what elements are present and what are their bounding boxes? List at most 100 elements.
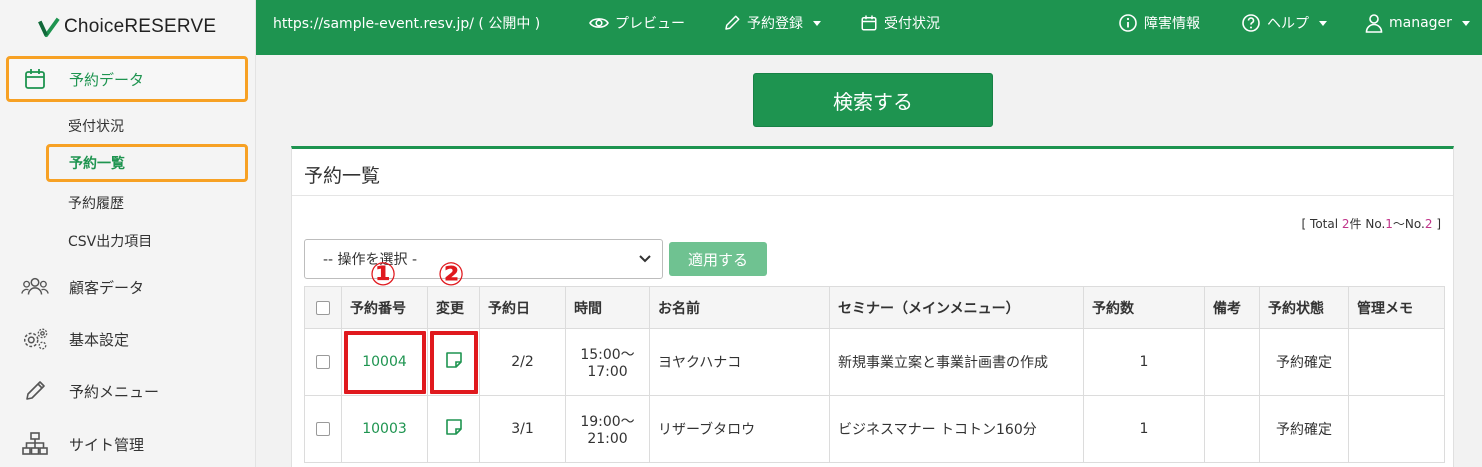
header-name[interactable]: お名前	[649, 286, 830, 329]
count-cell: 1	[1083, 328, 1205, 396]
edit-cell	[427, 395, 480, 463]
name-cell: リザーブタロウ	[649, 395, 830, 463]
name-cell: ヨヤクハナコ	[649, 328, 830, 396]
incident-info-link[interactable]: 障害情報	[1118, 0, 1200, 46]
table-row: 10003 3/1 19:00～ 21:00 リザーブタロウ ビジネスマナー トコ…	[304, 395, 1445, 463]
sidebar-item-label: サイト管理	[69, 435, 145, 454]
row-select-cell	[304, 395, 342, 463]
header-time[interactable]: 時間	[565, 286, 650, 329]
header-memo: 管理メモ	[1348, 286, 1445, 329]
note-edit-icon[interactable]	[445, 418, 463, 436]
seminar-cell: ビジネスマナー トコトン160分	[829, 395, 1084, 463]
reservation-table: 予約番号 変更 予約日 時間 お名前 セミナー（メインメニュー） 予約数 備考 …	[304, 286, 1445, 463]
total-mid: 件 No.	[1349, 217, 1386, 231]
sidebar-subitem-csv-fields[interactable]: CSV出力項目	[46, 222, 248, 260]
top-navbar: https://sample-event.resv.jp/ ( 公開中 ) プレ…	[256, 0, 1482, 55]
caret-down-icon	[1461, 20, 1470, 26]
total-to: 2	[1424, 217, 1433, 231]
users-icon	[21, 273, 49, 301]
sidebar-item-reservation-data[interactable]: 予約データ	[6, 56, 248, 102]
total-sep: ～No.	[1392, 217, 1425, 231]
sidebar-subitem-reception-status[interactable]: 受付状況	[46, 107, 248, 145]
calendar-icon	[21, 65, 49, 93]
panel-title: 予約一覧	[304, 165, 381, 187]
sidebar-item-reservation-menu[interactable]: 予約メニュー	[6, 368, 248, 414]
preview-link[interactable]: プレビュー	[589, 0, 685, 46]
sidebar-item-label: 予約データ	[69, 70, 145, 89]
user-name: manager	[1389, 15, 1452, 31]
header-date[interactable]: 予約日	[479, 286, 566, 329]
time-end: 21:00	[587, 431, 628, 447]
memo-cell	[1348, 328, 1445, 396]
incident-label: 障害情報	[1144, 16, 1200, 32]
header-count[interactable]: 予約数	[1083, 286, 1205, 329]
sidebar-subitem-reservation-history[interactable]: 予約履歴	[46, 184, 248, 222]
time-start: 19:00～	[580, 414, 635, 430]
count-cell: 1	[1083, 395, 1205, 463]
gears-icon	[21, 325, 49, 353]
sitemap-icon	[21, 430, 49, 458]
memo-cell	[1348, 395, 1445, 463]
register-dropdown[interactable]: 予約登録	[723, 0, 821, 46]
help-label: ヘルプ	[1267, 16, 1309, 32]
search-button[interactable]: 検索する	[753, 73, 993, 127]
help-dropdown[interactable]: ヘルプ	[1241, 0, 1327, 46]
total-suffix: ]	[1432, 217, 1441, 231]
sidebar-subitem-label: CSV出力項目	[68, 234, 153, 250]
chevron-down-icon	[639, 255, 651, 263]
time-cell: 15:00～ 17:00	[565, 328, 650, 396]
question-icon	[1242, 14, 1260, 32]
total-prefix: [ Total	[1301, 217, 1342, 231]
row-checkbox[interactable]	[316, 355, 330, 369]
header-note: 備考	[1204, 286, 1260, 329]
info-icon	[1119, 14, 1137, 32]
total-from: 1	[1385, 217, 1393, 231]
state-cell: 予約確定	[1259, 395, 1349, 463]
sidebar-item-label: 基本設定	[69, 330, 130, 349]
pencil-icon	[725, 15, 740, 30]
reservation-number-link[interactable]: 10004	[362, 354, 407, 370]
reservation-number-cell: 10003	[341, 395, 428, 463]
header-select-all[interactable]	[304, 286, 342, 329]
time-start: 15:00～	[580, 347, 635, 363]
header-reservation-number[interactable]: 予約番号	[341, 286, 428, 329]
user-menu-dropdown[interactable]: manager	[1365, 0, 1470, 46]
time-cell: 19:00～ 21:00	[565, 395, 650, 463]
note-edit-icon[interactable]	[445, 351, 463, 369]
reservation-list-panel: 予約一覧 [ Total 2件 No.1～No.2 ] -- 操作を選択 - 適…	[291, 146, 1454, 467]
register-label: 予約登録	[747, 16, 803, 32]
reservation-number-cell: 10004	[341, 328, 428, 396]
apply-button[interactable]: 適用する	[669, 242, 767, 276]
sidebar-item-label: 顧客データ	[69, 278, 145, 297]
select-all-checkbox[interactable]	[316, 300, 330, 315]
site-url-link[interactable]: https://sample-event.resv.jp/ ( 公開中 )	[273, 0, 540, 46]
caret-down-icon	[813, 20, 821, 26]
sidebar-subitem-reservation-list[interactable]: 予約一覧	[46, 144, 248, 182]
total-count-summary: [ Total 2件 No.1～No.2 ]	[1302, 215, 1441, 232]
user-icon	[1365, 14, 1383, 33]
eye-icon	[589, 18, 609, 28]
row-checkbox[interactable]	[316, 422, 330, 436]
sidebar-item-customer-data[interactable]: 顧客データ	[6, 264, 248, 310]
total-count: 2	[1341, 217, 1350, 231]
sidebar: ChoiceRESERVE 予約データ 受付状況 予約一覧 予約履歴 CSV出力…	[0, 0, 256, 467]
sidebar-item-basic-settings[interactable]: 基本設定	[6, 316, 248, 362]
site-url-text: https://sample-event.resv.jp/ ( 公開中 )	[273, 16, 541, 32]
row-select-cell	[304, 328, 342, 396]
sidebar-item-label: 予約メニュー	[69, 382, 160, 401]
reception-status-label: 受付状況	[884, 16, 940, 32]
header-seminar[interactable]: セミナー（メインメニュー）	[829, 286, 1084, 329]
seminar-cell: 新規事業立案と事業計画書の作成	[829, 328, 1084, 396]
reception-status-link[interactable]: 受付状況	[860, 0, 940, 46]
sidebar-item-site-management[interactable]: サイト管理	[6, 421, 248, 467]
bulk-action-select[interactable]: -- 操作を選択 -	[304, 239, 663, 279]
brand-logo[interactable]: ChoiceRESERVE	[38, 12, 216, 42]
edit-cell	[427, 328, 480, 396]
header-state[interactable]: 予約状態	[1259, 286, 1349, 329]
state-cell: 予約確定	[1259, 328, 1349, 396]
time-end: 17:00	[587, 364, 628, 380]
reservation-number-link[interactable]: 10003	[362, 421, 407, 437]
brand-name: ChoiceRESERVE	[64, 16, 217, 37]
header-edit: 変更	[427, 286, 480, 329]
caret-down-icon	[1319, 20, 1327, 26]
